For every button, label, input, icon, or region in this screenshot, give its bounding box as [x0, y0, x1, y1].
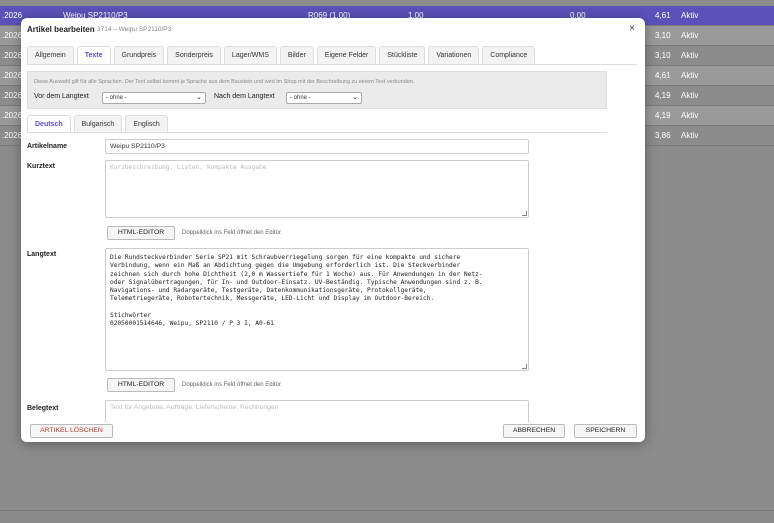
resize-handle-icon[interactable]	[522, 211, 527, 216]
dialog-header: Artikel bearbeiten 3714 – Weipu SP2110/P…	[21, 18, 645, 40]
tab-bilder[interactable]: Bilder	[279, 46, 314, 64]
language-tabs: Deutsch Bulgarisch Englisch	[27, 115, 168, 133]
date-cell: .2026	[2, 31, 23, 40]
tab-deutsch[interactable]: Deutsch	[27, 115, 71, 133]
html-editor-button[interactable]: HTML-EDITOR	[107, 378, 175, 392]
price-cell: 4,19	[655, 91, 671, 100]
before-longtext-label: Vor dem Langtext	[34, 93, 89, 100]
save-button[interactable]: SPEICHERN	[574, 424, 637, 438]
tab-compliance[interactable]: Compliance	[482, 46, 536, 64]
articlename-label: Artikelname	[27, 143, 68, 150]
tab-variationen[interactable]: Variationen	[428, 46, 480, 64]
status-cell: Aktiv	[681, 131, 699, 140]
tab-lager-wms[interactable]: Lager/WMS	[223, 46, 277, 64]
input-value: Weipu SP2110/P3	[110, 143, 165, 150]
date-cell: .2026	[2, 91, 23, 100]
status-cell: Aktiv	[681, 71, 699, 80]
edit-article-dialog: Artikel bearbeiten 3714 – Weipu SP2110/P…	[21, 18, 645, 442]
resize-handle-icon[interactable]	[522, 364, 527, 369]
belegtext-textarea[interactable]: Text für Angebote, Aufträge, Lieferschei…	[105, 400, 529, 424]
tab-englisch[interactable]: Englisch	[125, 115, 168, 133]
editor-hint: Doppelklick ins Feld öffnet den Editor.	[182, 230, 283, 236]
main-tabs: Allgemein Texte Grundpreis Sonderpreis L…	[27, 46, 536, 64]
status-cell: Aktiv	[681, 111, 699, 120]
bottom-bar	[0, 510, 774, 523]
placeholder-text: Text für Angebote, Aufträge, Lieferschei…	[110, 404, 279, 411]
tab-eigene-felder[interactable]: Eigene Felder	[316, 46, 377, 64]
tab-bulgarisch[interactable]: Bulgarisch	[73, 115, 123, 133]
kurztext-textarea[interactable]: Kurzbeschreibung, Listen, kompakte Ausga…	[105, 160, 529, 218]
langtext-textarea[interactable]: Die Rundsteckverbinder Serie SP21 mit Sc…	[105, 248, 529, 371]
textarea-value: Die Rundsteckverbinder Serie SP21 mit Sc…	[110, 254, 483, 328]
info-note: Diese Auswahl gilt für alle Sprachen. De…	[34, 79, 415, 85]
date-cell: .2026	[2, 71, 23, 80]
tab-allgemein[interactable]: Allgemein	[27, 46, 74, 64]
price-cell: 3,10	[655, 31, 671, 40]
date-cell: .2026	[2, 111, 23, 120]
language-tab-divider	[27, 132, 607, 133]
select-value: - ohne -	[106, 95, 127, 101]
close-icon[interactable]: ×	[629, 23, 635, 34]
date-cell: .2026	[2, 51, 23, 60]
status-cell: Aktiv	[681, 31, 699, 40]
after-longtext-label: Nach dem Langtext	[214, 93, 275, 100]
price-cell: 3,86	[655, 131, 671, 140]
belegtext-label: Belegtext	[27, 405, 59, 412]
price-cell: 4,61	[655, 11, 671, 20]
text-block-selection-panel: Diese Auswahl gilt für alle Sprachen. De…	[27, 71, 607, 109]
chevron-down-icon: ⌄	[196, 94, 202, 101]
tab-grundpreis[interactable]: Grundpreis	[113, 46, 165, 64]
status-cell: Aktiv	[681, 11, 699, 20]
after-longtext-select[interactable]: - ohne - ⌄	[286, 92, 362, 104]
delete-article-button[interactable]: ARTIKEL LÖSCHEN	[30, 424, 113, 438]
before-longtext-select[interactable]: - ohne - ⌄	[102, 92, 206, 104]
tab-texte[interactable]: Texte	[76, 46, 111, 64]
langtext-label: Langtext	[27, 251, 57, 258]
kurztext-label: Kurztext	[27, 163, 56, 170]
html-editor-button[interactable]: HTML-EDITOR	[107, 226, 175, 240]
dialog-footer: ARTIKEL LÖSCHEN ABBRECHEN SPEICHERN	[21, 422, 645, 442]
articlename-input[interactable]: Weipu SP2110/P3	[105, 139, 529, 154]
date-cell: .2026	[2, 131, 23, 140]
dialog-subtitle: 3714 – Weipu SP2110/P3	[97, 26, 172, 33]
cancel-button[interactable]: ABBRECHEN	[503, 424, 565, 438]
editor-hint: Doppelklick ins Feld öffnet den Editor.	[182, 382, 283, 388]
placeholder-text: Kurzbeschreibung, Listen, kompakte Ausga…	[110, 164, 267, 171]
dialog-title: Artikel bearbeiten	[27, 25, 95, 34]
price-cell: 4,19	[655, 111, 671, 120]
chevron-down-icon: ⌄	[352, 94, 358, 101]
tab-divider	[27, 64, 637, 65]
date-cell: .2026	[2, 11, 23, 20]
price-cell: 3,10	[655, 51, 671, 60]
price-cell: 4,61	[655, 71, 671, 80]
tab-sonderpreis[interactable]: Sonderpreis	[167, 46, 221, 64]
tab-stueckliste[interactable]: Stückliste	[379, 46, 426, 64]
status-cell: Aktiv	[681, 51, 699, 60]
select-value: - ohne -	[290, 95, 311, 101]
status-cell: Aktiv	[681, 91, 699, 100]
